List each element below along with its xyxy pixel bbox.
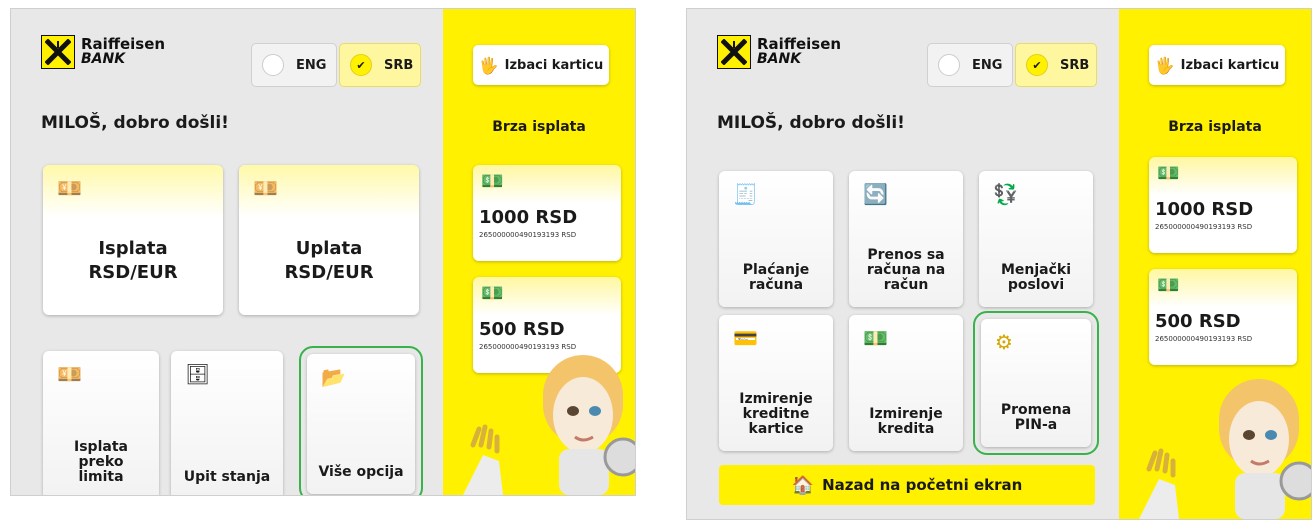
lang-eng-button[interactable]: ENG xyxy=(927,43,1013,87)
cash-icon: 💵 xyxy=(1157,163,1180,184)
eject-card-icon: 🖐 xyxy=(1154,55,1175,75)
logo-text: Raiffeisen BANK xyxy=(81,37,165,67)
logo-line-1: Raiffeisen xyxy=(81,35,166,53)
tile-change-pin[interactable]: ⚙ Promena PIN-a xyxy=(973,311,1099,455)
welcome-title: MILOŠ, dobro došli! xyxy=(41,113,229,133)
atm-screen-main-menu: Raiffeisen BANK ENG ✔ SRB MILOŠ, dobro d… xyxy=(10,8,636,496)
lang-srb-button[interactable]: ✔ SRB xyxy=(1015,43,1097,87)
tile-label: Isplata preko limita xyxy=(74,439,128,485)
radio-unchecked-icon xyxy=(262,54,284,76)
tile-label: Upit stanja xyxy=(183,469,271,485)
tile-currency-exchange[interactable]: 💱 Menjački poslovi xyxy=(979,171,1093,307)
tile-account-transfer[interactable]: 🔄 Prenos sa računa na račun xyxy=(849,171,963,307)
cash-icon: 💵 xyxy=(1157,275,1180,296)
bank-logo: Raiffeisen BANK xyxy=(41,35,165,69)
home-button-label: Nazad na početni ekran xyxy=(822,476,1023,494)
eject-card-icon: 🖐 xyxy=(478,55,499,75)
tile-label: Isplata RSD/EUR xyxy=(88,238,178,283)
tile-label: Prenos sa računa na račun xyxy=(866,247,946,293)
radio-unchecked-icon xyxy=(938,54,960,76)
quick-panel: 🖐 Izbaci karticu Brza isplata 💵 1000 RSD… xyxy=(443,9,635,495)
robot-mascot-icon xyxy=(1139,379,1311,519)
lang-eng-label: ENG xyxy=(972,57,1003,73)
tile-label: Menjački poslovi xyxy=(1000,262,1072,293)
robot-mascot-icon xyxy=(463,355,635,495)
tile-more-options[interactable]: 📂 Više opcija xyxy=(299,346,423,495)
logo-line-2: BANK xyxy=(757,51,802,67)
eject-card-button[interactable]: 🖐 Izbaci karticu xyxy=(1149,45,1285,85)
lang-srb-label: SRB xyxy=(1060,57,1090,73)
eject-card-label: Izbaci karticu xyxy=(504,57,604,73)
tile-label: Izmirenje kreditne kartice xyxy=(739,391,813,437)
cash-deposit-icon: 💴 xyxy=(253,176,278,200)
lang-eng-label: ENG xyxy=(296,57,327,73)
quick-withdraw-title: Brza isplata xyxy=(492,119,586,135)
tile-label: Izmirenje kredita xyxy=(869,406,943,437)
tile-credit-card-payment[interactable]: 💳 Izmirenje kreditne kartice xyxy=(719,315,833,451)
quick-amount: 1000 RSD xyxy=(1155,199,1254,220)
cash-icon: 💵 xyxy=(481,171,504,192)
tile-bill-payment[interactable]: 🧾 Plaćanje računa xyxy=(719,171,833,307)
lang-eng-button[interactable]: ENG xyxy=(251,43,337,87)
bill-icon: 🧾 xyxy=(733,182,758,206)
tile-deposit[interactable]: 💴 Uplata RSD/EUR xyxy=(239,165,419,315)
radio-checked-icon: ✔ xyxy=(1026,54,1048,76)
money-icon: 💵 xyxy=(863,326,888,350)
logo-mark-icon xyxy=(717,35,751,69)
logo-text: Raiffeisen BANK xyxy=(757,37,841,67)
quick-amount: 1000 RSD xyxy=(479,207,578,228)
tile-label: Više opcija xyxy=(318,464,404,480)
cash-withdraw-icon: 💴 xyxy=(57,176,82,200)
radio-checked-icon: ✔ xyxy=(350,54,372,76)
lang-srb-button[interactable]: ✔ SRB xyxy=(339,43,421,87)
tile-withdraw[interactable]: 💴 Isplata RSD/EUR xyxy=(43,165,223,315)
tile-loan-payment[interactable]: 💵 Izmirenje kredita xyxy=(849,315,963,451)
atm-screen-more-options: Raiffeisen BANK ENG ✔ SRB MILOŠ, dobro d… xyxy=(686,8,1312,520)
eject-card-button[interactable]: 🖐 Izbaci karticu xyxy=(473,45,609,85)
welcome-title: MILOŠ, dobro došli! xyxy=(717,113,905,133)
quick-withdraw-500[interactable]: 💵 500 RSD 265000000490193193 RSD xyxy=(1149,269,1297,365)
quick-account: 265000000490193193 RSD xyxy=(479,231,577,239)
quick-account: 265000000490193193 RSD xyxy=(1155,223,1253,231)
tile-over-limit-withdraw[interactable]: 💴 Isplata preko limita xyxy=(43,351,159,495)
transfer-icon: 🔄 xyxy=(863,182,888,206)
tile-balance-inquiry[interactable]: 🗄 Upit stanja xyxy=(171,351,283,495)
main-panel: Raiffeisen BANK ENG ✔ SRB MILOŠ, dobro d… xyxy=(11,9,443,495)
tile-label: Promena PIN-a xyxy=(1000,402,1072,433)
quick-amount: 500 RSD xyxy=(1155,311,1241,332)
quick-withdraw-1000[interactable]: 💵 1000 RSD 265000000490193193 RSD xyxy=(1149,157,1297,253)
logo-mark-icon xyxy=(41,35,75,69)
safe-icon: 🗄 xyxy=(185,362,211,386)
folder-icon: 📂 xyxy=(321,365,346,389)
tile-label: Uplata RSD/EUR xyxy=(284,238,374,283)
gear-icon: ⚙ xyxy=(995,330,1013,354)
cash-icon: 💵 xyxy=(481,283,504,304)
lang-srb-label: SRB xyxy=(384,57,414,73)
cash-withdraw-icon: 💴 xyxy=(57,362,82,386)
quick-withdraw-1000[interactable]: 💵 1000 RSD 265000000490193193 RSD xyxy=(473,165,621,261)
tile-label: Plaćanje računa xyxy=(742,262,810,293)
exchange-icon: 💱 xyxy=(993,182,1018,206)
card-icon: 💳 xyxy=(733,326,758,350)
logo-line-2: BANK xyxy=(81,51,126,67)
main-panel: Raiffeisen BANK ENG ✔ SRB MILOŠ, dobro d… xyxy=(687,9,1119,519)
quick-panel: 🖐 Izbaci karticu Brza isplata 💵 1000 RSD… xyxy=(1119,9,1311,519)
quick-account: 265000000490193193 RSD xyxy=(1155,335,1253,343)
eject-card-label: Izbaci karticu xyxy=(1180,57,1280,73)
quick-withdraw-title: Brza isplata xyxy=(1168,119,1262,135)
quick-amount: 500 RSD xyxy=(479,319,565,340)
bank-logo: Raiffeisen BANK xyxy=(717,35,841,69)
home-screen-button[interactable]: 🏠 Nazad na početni ekran xyxy=(719,465,1095,505)
home-icon: 🏠 xyxy=(791,474,815,496)
logo-line-1: Raiffeisen xyxy=(757,35,842,53)
